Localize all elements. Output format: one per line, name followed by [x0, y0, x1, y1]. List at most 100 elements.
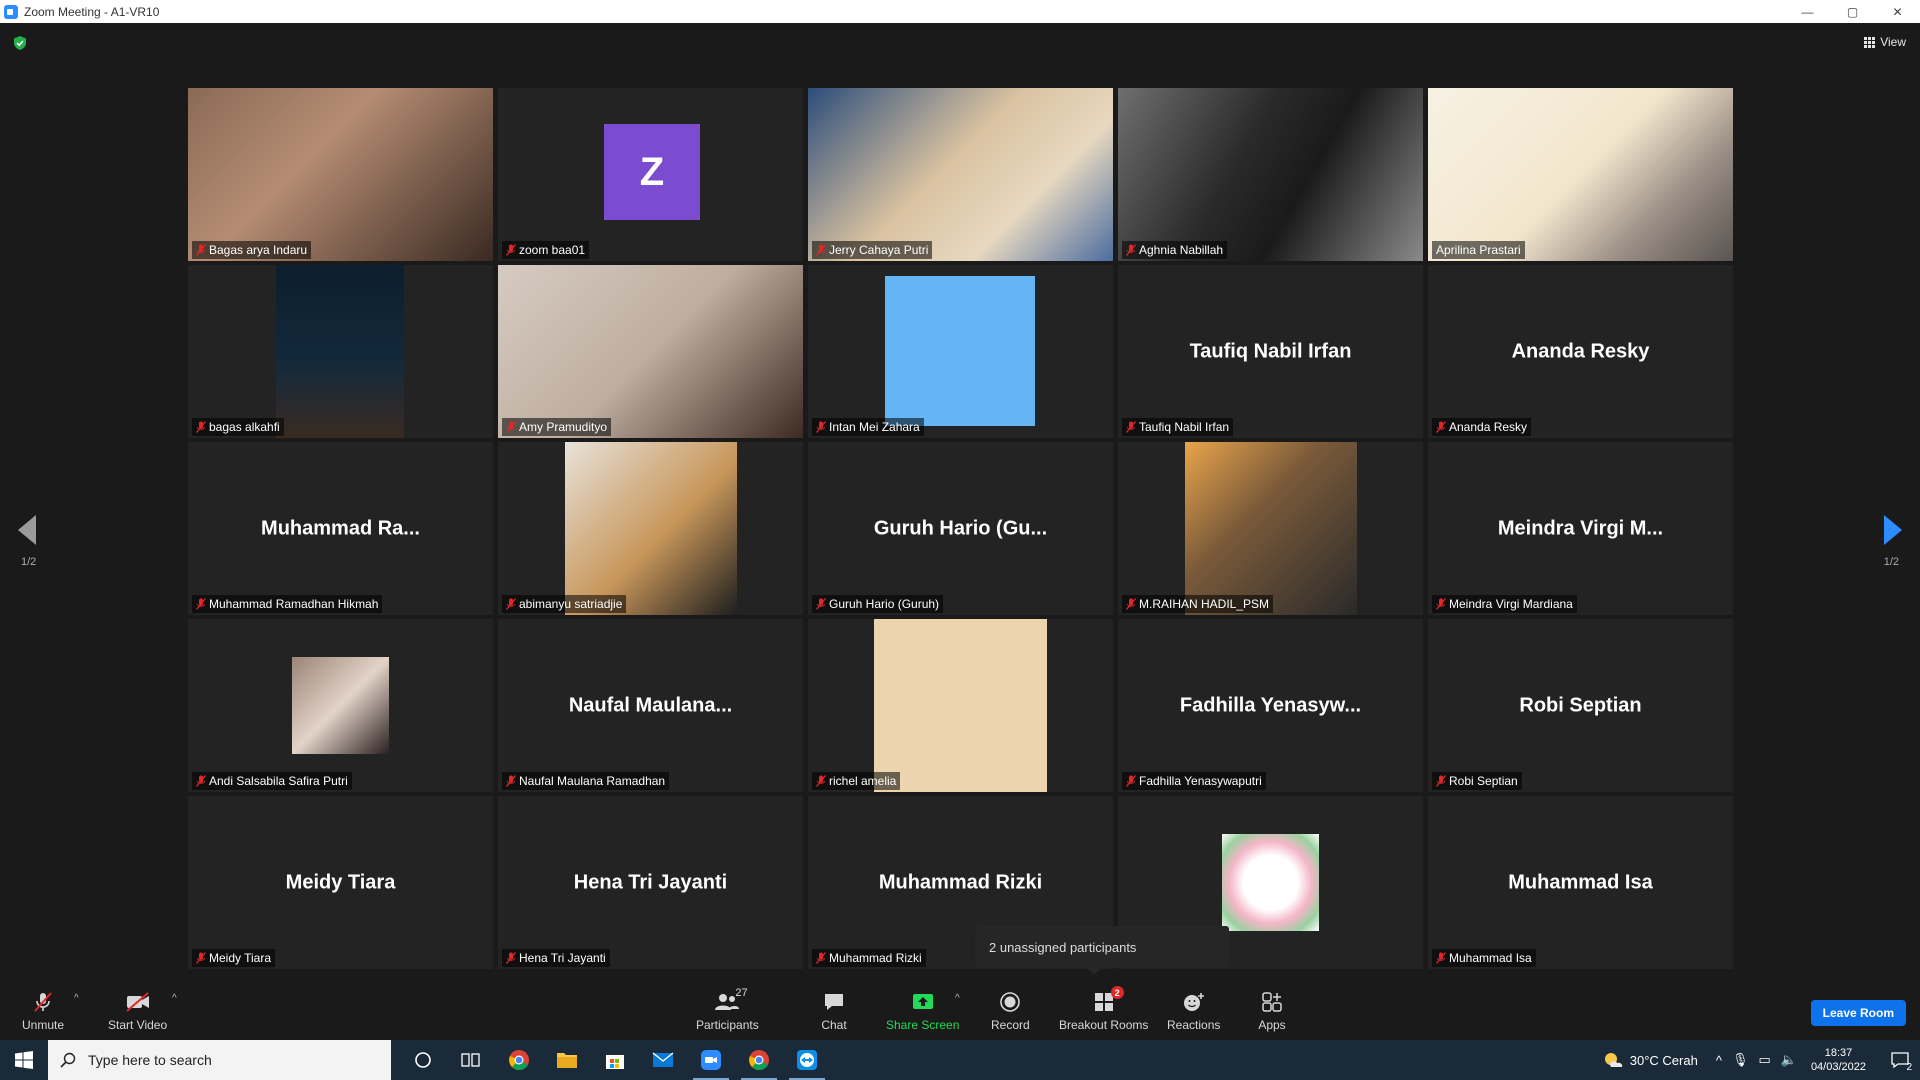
participant-tile[interactable]: Muhammad Isa Muhammad Isa [1428, 796, 1733, 969]
breakout-rooms-button[interactable]: 2 Breakout Rooms [1059, 986, 1148, 1032]
share-screen-button[interactable]: Share Screen [886, 990, 959, 1032]
participant-name-tag: Guruh Hario (Guruh) [812, 595, 944, 613]
participant-tile[interactable]: Aghnia Nabillah [1118, 88, 1423, 261]
reactions-label: Reactions [1167, 1018, 1221, 1032]
task-view-icon[interactable] [447, 1040, 495, 1080]
muted-microphone-icon [1436, 598, 1446, 610]
participant-name-tag: Intan Mei Zahara [812, 418, 924, 436]
participant-name: Robi Septian [1449, 774, 1518, 788]
participant-tile[interactable]: abimanyu satriadjie [498, 442, 803, 615]
participant-tile[interactable]: Meindra Virgi M... Meindra Virgi Mardiana [1428, 442, 1733, 615]
chrome-icon[interactable] [495, 1040, 543, 1080]
participant-tile[interactable]: Ananda Resky Ananda Resky [1428, 265, 1733, 438]
participant-tile[interactable]: Meidy Tiara Meidy Tiara [188, 796, 493, 969]
volume-icon[interactable]: 🔈 [1781, 1052, 1797, 1068]
next-page-arrow-icon[interactable] [1884, 515, 1902, 545]
muted-microphone-icon [506, 952, 516, 964]
page-indicator-left: 1/2 [21, 556, 37, 568]
participant-tile[interactable]: Naufal Maulana... Naufal Maulana Ramadhan [498, 619, 803, 792]
muted-microphone-icon [1126, 421, 1136, 433]
action-center-icon[interactable]: 2 [1880, 1051, 1920, 1073]
tray-overflow-chevron-icon[interactable]: ^ [1716, 1053, 1722, 1068]
participant-display-name: Muhammad Rizki [878, 871, 1043, 893]
participant-tile[interactable]: Zzoom baa01 [498, 88, 803, 261]
participant-tile[interactable]: Aprilina Prastari [1428, 88, 1733, 261]
chat-label: Chat [821, 1018, 847, 1032]
muted-microphone-icon [1436, 952, 1446, 964]
participant-name: Amy Pramudityo [519, 420, 608, 434]
close-window-button[interactable]: ✕ [1875, 0, 1920, 23]
participant-tile[interactable]: Taufiq Nabil Irfan Taufiq Nabil Irfan [1118, 265, 1423, 438]
participant-tile[interactable]: Bagas arya Indaru [188, 88, 493, 261]
video-off-icon [124, 990, 152, 1014]
participant-name: Meindra Virgi Mardiana [1449, 597, 1573, 611]
participant-tile[interactable]: Muhammad Ra... Muhammad Ramadhan Hikmah [188, 442, 493, 615]
previous-page-arrow-icon[interactable] [18, 515, 36, 545]
participant-tile[interactable]: Andi Salsabila Safira Putri [188, 619, 493, 792]
windows-taskbar: Type here to search 30°C Cerah ^ 🎙 ▭ 🔈 1… [0, 1040, 1920, 1080]
participant-tile[interactable]: Fadhilla Yenasyw... Fadhilla Yenasywaputr… [1118, 619, 1423, 792]
participant-name-tag: Fadhilla Yenasywaputri [1122, 772, 1266, 790]
view-button[interactable]: View [1864, 35, 1906, 49]
reactions-button[interactable]: Reactions [1167, 990, 1220, 1032]
unmute-button[interactable]: Unmute [22, 990, 64, 1032]
microphone-tray-icon[interactable]: 🎙 [1732, 1052, 1749, 1068]
windows-start-button[interactable] [0, 1040, 48, 1080]
participant-name-tag: Aghnia Nabillah [1122, 241, 1228, 259]
participant-name: Bagas arya Indaru [209, 243, 308, 257]
participant-tile[interactable]: Guruh Hario (Gu... Guruh Hario (Guruh) [808, 442, 1113, 615]
record-button[interactable]: Record [991, 990, 1030, 1032]
participant-avatar: Z [604, 124, 700, 220]
muted-microphone-icon [506, 598, 516, 610]
participants-icon: 27 [713, 987, 748, 1014]
unassigned-participants-tooltip: 2 unassigned participants [975, 926, 1229, 975]
share-options-chevron-icon[interactable]: ^ [955, 993, 960, 1004]
microsoft-store-icon[interactable] [591, 1040, 639, 1080]
participant-name-tag: Hena Tri Jayanti [502, 949, 610, 967]
chat-button[interactable]: Chat [820, 990, 848, 1032]
muted-microphone-icon [1126, 244, 1136, 256]
participants-button[interactable]: 27 Participants [696, 987, 759, 1032]
teamviewer-icon[interactable] [783, 1040, 831, 1080]
muted-microphone-icon [816, 952, 826, 964]
encryption-shield-icon[interactable] [12, 35, 28, 51]
apps-button[interactable]: Apps [1258, 990, 1286, 1032]
system-clock[interactable]: 18:37 04/03/2022 [1811, 1046, 1866, 1074]
participant-name: Naufal Maulana Ramadhan [519, 774, 666, 788]
taskbar-apps [399, 1040, 831, 1080]
weather-sun-cloud-icon [1604, 1053, 1622, 1067]
start-video-button[interactable]: Start Video [108, 990, 167, 1032]
clock-time: 18:37 [1824, 1047, 1853, 1059]
participant-tile[interactable]: Hena Tri Jayanti Hena Tri Jayanti [498, 796, 803, 969]
start-video-label: Start Video [108, 1018, 168, 1032]
participant-tile[interactable]: Intan Mei Zahara [808, 265, 1113, 438]
participant-display-name: Robi Septian [1519, 694, 1642, 716]
weather-text[interactable]: 30°C Cerah [1630, 1053, 1698, 1068]
participant-tile[interactable]: Robi Septian Robi Septian [1428, 619, 1733, 792]
file-explorer-icon[interactable] [543, 1040, 591, 1080]
maximize-button[interactable]: ▢ [1830, 0, 1875, 23]
participant-name-tag: M.RAIHAN HADIL_PSM [1122, 595, 1274, 613]
cortana-icon[interactable] [399, 1040, 447, 1080]
video-options-chevron-icon[interactable]: ^ [172, 993, 177, 1004]
mail-icon[interactable] [639, 1040, 687, 1080]
minimize-button[interactable]: — [1785, 0, 1830, 23]
participant-name: Muhammad Ramadhan Hikmah [209, 597, 379, 611]
muted-microphone-icon [196, 952, 206, 964]
apps-label: Apps [1258, 1018, 1286, 1032]
participant-tile[interactable]: bagas alkahfi [188, 265, 493, 438]
participant-display-name: Guruh Hario (Gu... [873, 517, 1048, 539]
chrome-profile-icon[interactable] [735, 1040, 783, 1080]
muted-microphone-icon [1436, 421, 1446, 433]
clock-date: 04/03/2022 [1810, 1061, 1866, 1073]
audio-options-chevron-icon[interactable]: ^ [74, 993, 79, 1004]
zoom-taskbar-icon[interactable] [687, 1040, 735, 1080]
participant-tile[interactable]: Amy Pramudityo [498, 265, 803, 438]
participant-tile[interactable]: M.RAIHAN HADIL_PSM [1118, 442, 1423, 615]
participant-tile[interactable]: richel amelia [808, 619, 1113, 792]
leave-room-button[interactable]: Leave Room [1810, 1000, 1906, 1026]
network-icon[interactable]: ▭ [1758, 1052, 1770, 1068]
muted-microphone-icon [816, 775, 826, 787]
participant-tile[interactable]: Jerry Cahaya Putri [808, 88, 1113, 261]
taskbar-search-box[interactable]: Type here to search [48, 1040, 391, 1080]
